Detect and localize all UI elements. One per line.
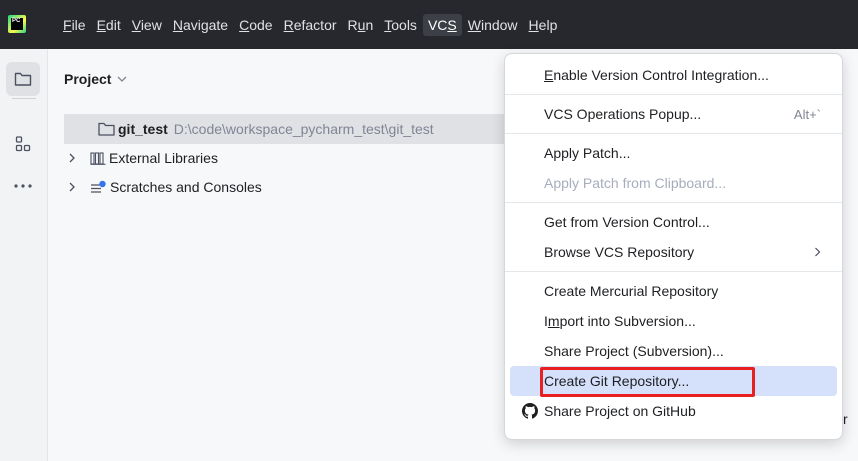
structure-tool-button[interactable]: [6, 127, 40, 161]
github-icon: [522, 403, 538, 419]
library-icon: [90, 152, 106, 165]
scratches-icon: [91, 180, 106, 193]
highlight-callout-box: [540, 367, 755, 397]
chevron-down-icon: [118, 76, 127, 82]
tree-item-label: External Libraries: [109, 150, 218, 166]
menu-file[interactable]: File: [58, 14, 91, 36]
project-header[interactable]: Project: [64, 71, 127, 87]
menu-item-import-svn[interactable]: Im port into Subversion...: [510, 306, 837, 336]
menu-separator: [505, 133, 842, 134]
menu-navigate[interactable]: Navigate: [168, 14, 233, 36]
menu-separator: [505, 271, 842, 272]
menu-vcs[interactable]: VCS: [422, 13, 462, 36]
menu-separator: [505, 94, 842, 95]
tree-item-label: Scratches and Consoles: [110, 179, 262, 195]
tree-row-git-test[interactable]: git_test D:\code\workspace_pycharm_test\…: [64, 114, 504, 144]
main-menu: File Edit View Navigate Code Refactor Ru…: [58, 0, 563, 49]
menu-item-label: Browse VCS Repository: [544, 244, 695, 260]
project-title: Project: [64, 71, 112, 87]
project-tool-button[interactable]: [6, 62, 40, 96]
menu-help[interactable]: Help: [524, 14, 563, 36]
menu-item-create-git-repo[interactable]: Create Git Repository...: [510, 366, 837, 397]
menu-item-label: VCS Operations Popup...: [544, 106, 702, 122]
chevron-right-icon: [815, 247, 821, 257]
menu-item-get-from-vc[interactable]: Get from Version Control...: [510, 207, 837, 237]
logo-text: PC: [11, 18, 23, 30]
menu-item-apply-patch-clipboard: Apply Patch from Clipboard...: [544, 175, 727, 191]
tool-window-stripe: [0, 49, 48, 461]
menu-item-create-mercurial[interactable]: Create Mercurial Repository: [510, 276, 837, 306]
tree-item-label: git_test: [118, 121, 168, 137]
menu-tools[interactable]: Tools: [379, 14, 422, 36]
menu-separator: [505, 202, 842, 203]
more-tools-button[interactable]: [6, 169, 40, 203]
chevron-right-icon: [69, 182, 75, 192]
chevron-right-icon: [69, 153, 75, 163]
menu-item-share-github[interactable]: Share Project on GitHub: [510, 396, 837, 426]
menu-window[interactable]: Window: [463, 14, 523, 36]
tree-item-path: D:\code\workspace_pycharm_test\git_test: [173, 121, 434, 137]
clipped-text: r: [843, 411, 848, 427]
menu-item-label: Share Project on GitHub: [544, 403, 696, 419]
menu-edit[interactable]: Edit: [92, 14, 126, 36]
more-icon: [14, 184, 32, 188]
menu-item-vcs-operations-popup[interactable]: VCS Operations Popup... Alt+`: [510, 99, 837, 129]
tree-row-scratches[interactable]: Scratches and Consoles: [68, 172, 262, 202]
folder-icon: [98, 122, 115, 136]
menu-run[interactable]: Run: [343, 14, 379, 36]
vcs-dropdown-menu: Enable Version Control Integration... VC…: [504, 53, 843, 440]
tree-row-external-libraries[interactable]: External Libraries: [68, 143, 218, 173]
menu-item-enable-vci[interactable]: Enable Version Control Integration...: [510, 60, 837, 90]
stripe-divider: [12, 98, 36, 99]
menu-item-share-svn[interactable]: Share Project (Subversion)...: [510, 336, 837, 366]
folder-icon: [14, 72, 32, 86]
title-bar: PC File Edit View Navigate Code Refactor…: [0, 0, 858, 49]
pycharm-logo-icon[interactable]: PC: [8, 15, 26, 33]
shortcut-label: Alt+`: [793, 106, 821, 122]
menu-item-apply-patch[interactable]: Apply Patch...: [510, 138, 837, 168]
menu-view[interactable]: View: [127, 14, 167, 36]
menu-item-browse-vcs-repo[interactable]: Browse VCS Repository: [510, 237, 837, 267]
menu-refactor[interactable]: Refactor: [279, 14, 342, 36]
menu-code[interactable]: Code: [234, 14, 277, 36]
structure-icon: [15, 136, 31, 152]
